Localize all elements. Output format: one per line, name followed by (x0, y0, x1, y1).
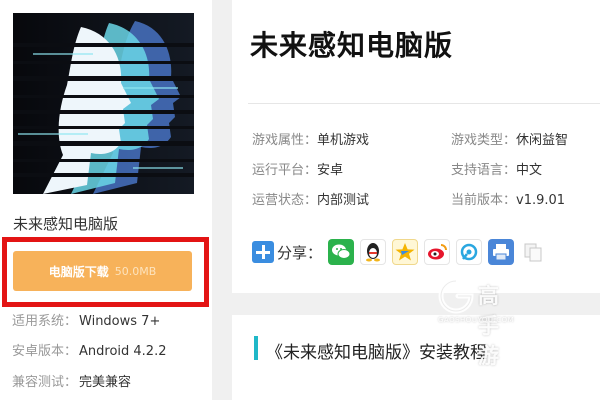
info-android-value: Android 4.2.2 (79, 344, 167, 359)
info-compat-value: 完美兼容 (79, 375, 132, 390)
attr-game-type-label: 游戏类型： (451, 133, 517, 148)
glitch-face-icon (13, 13, 194, 194)
wechat-icon[interactable] (328, 239, 355, 265)
print-icon[interactable] (488, 239, 515, 265)
attr-status-label: 运营状态： (252, 193, 318, 208)
info-compat-label: 兼容测试： (12, 375, 78, 390)
share-plus-icon[interactable] (252, 241, 274, 263)
app-cover-image[interactable] (13, 13, 194, 194)
download-label: 电脑版下载 (48, 264, 109, 279)
attr-platform: 运行平台：安卓 (252, 159, 343, 178)
attr-version: 当前版本：v1.9.01 (451, 189, 565, 208)
info-android: 安卓版本： Android 4.2.2 (12, 340, 167, 359)
attr-platform-label: 运行平台： (252, 163, 318, 178)
app-name: 未来感知电脑版 (13, 215, 119, 233)
attr-game-attr-label: 游戏属性： (252, 133, 318, 148)
info-os-label: 适用系统： (12, 314, 78, 329)
attr-game-attr: 游戏属性：单机游戏 (252, 129, 369, 148)
info-compat: 兼容测试： 完美兼容 (12, 371, 131, 390)
title-divider (248, 103, 600, 104)
pc-download-button[interactable]: 电脑版下载 50.0MB (13, 251, 192, 291)
install-guide-title: 《未来感知电脑版》安装教程 (266, 343, 487, 363)
qzone-icon[interactable] (392, 239, 419, 265)
attr-language: 支持语言：中文 (451, 159, 542, 178)
info-android-label: 安卓版本： (12, 344, 78, 359)
weibo-icon[interactable] (424, 239, 451, 265)
attr-game-type: 游戏类型：休闲益智 (451, 129, 568, 148)
attr-status-value: 内部测试 (317, 193, 370, 208)
download-size: 50.0MB (114, 264, 157, 278)
attr-version-label: 当前版本： (451, 193, 517, 208)
section-accent-bar (254, 336, 258, 360)
attr-language-value: 中文 (516, 163, 543, 178)
info-os-value: Windows 7+ (79, 314, 161, 329)
attr-status: 运营状态：内部测试 (252, 189, 369, 208)
attr-platform-value: 安卓 (317, 163, 344, 178)
tencent-weibo-icon[interactable] (456, 239, 483, 265)
attr-game-type-value[interactable]: 休闲益智 (516, 133, 568, 148)
game-detail-card: 未来感知电脑版 游戏属性：单机游戏 游戏类型：休闲益智 运行平台：安卓 支持语言… (232, 0, 600, 293)
info-os: 适用系统： Windows 7+ (12, 310, 160, 329)
share-bar: 分享： (252, 238, 552, 266)
qq-icon[interactable] (360, 239, 387, 265)
page-title: 未来感知电脑版 (250, 29, 454, 62)
attr-version-value: v1.9.01 (516, 193, 566, 208)
install-guide-card: 《未来感知电脑版》安装教程 (232, 315, 600, 400)
share-label: 分享： (277, 243, 323, 262)
copy-icon[interactable] (520, 239, 547, 265)
attr-language-label: 支持语言： (451, 163, 517, 178)
attr-game-attr-value[interactable]: 单机游戏 (317, 133, 369, 148)
app-info-card: 未来感知电脑版 电脑版下载 50.0MB 适用系统： Windows 7+ 安卓版… (0, 0, 212, 400)
